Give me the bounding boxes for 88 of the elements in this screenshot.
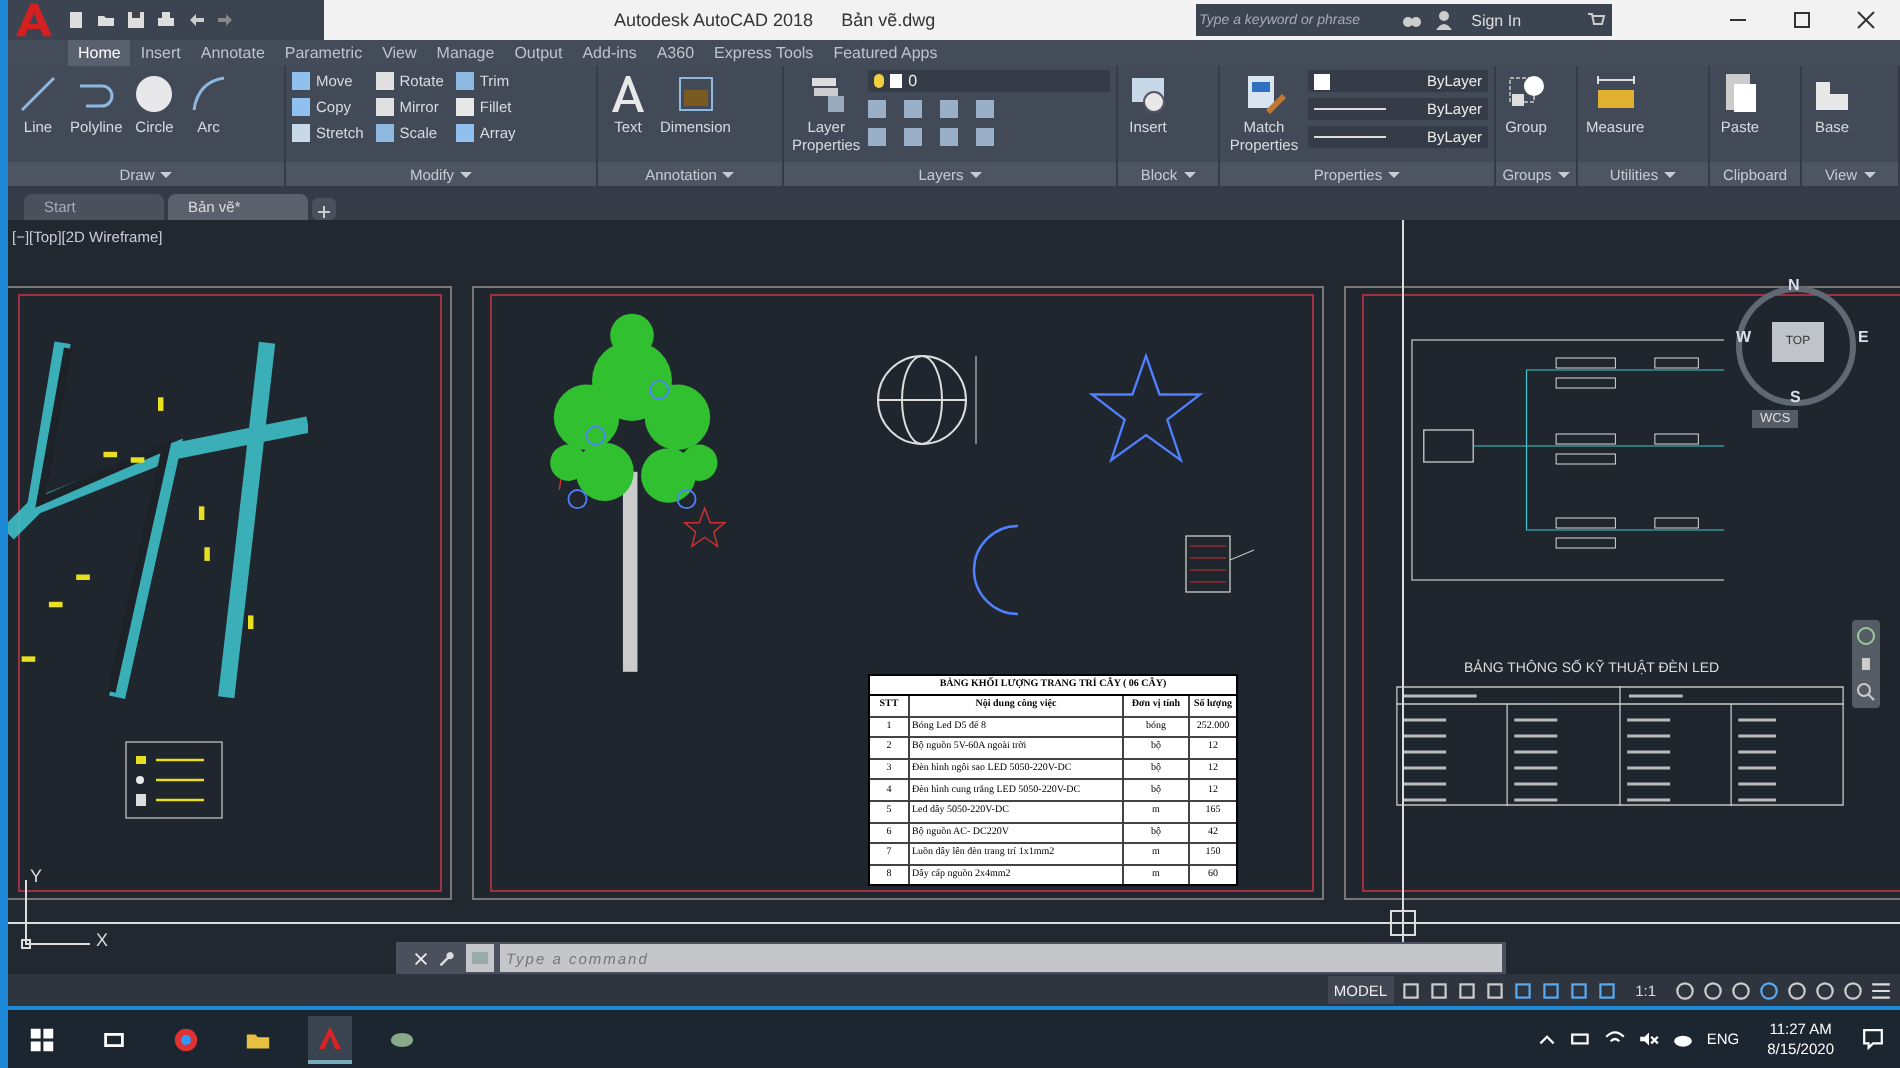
ribbon-tab[interactable]: Featured Apps (823, 40, 948, 66)
app-logo-icon[interactable] (308, 1015, 352, 1063)
status-toggle-icon[interactable] (1539, 979, 1562, 1001)
color-swatch-icon (1314, 73, 1330, 89)
new-file-icon[interactable] (66, 10, 86, 30)
ribbon-tab[interactable]: Add-ins (572, 40, 647, 66)
save-icon[interactable] (126, 10, 146, 30)
cart-icon[interactable] (1579, 4, 1612, 36)
status-toggle-icon[interactable] (1427, 979, 1450, 1001)
caret-icon[interactable] (160, 171, 173, 177)
letter-a-icon (606, 70, 650, 114)
square-icon (375, 98, 394, 116)
ribbon-tab[interactable]: Express Tools (704, 40, 824, 66)
square-icon (292, 72, 310, 90)
speaker-muted-icon[interactable] (1638, 1028, 1661, 1050)
axis-label: X (96, 930, 109, 950)
legend-drawing (124, 740, 224, 820)
notification-icon[interactable] (1862, 1028, 1884, 1050)
status-toggle-icon[interactable] (1730, 979, 1752, 1001)
bulb-icon (874, 74, 885, 88)
status-toggle-icon[interactable] (1702, 979, 1724, 1001)
status-toggle-icon[interactable] (1455, 979, 1478, 1001)
status-toggle-icon[interactable] (1814, 979, 1836, 1001)
plus-icon (314, 202, 334, 222)
caret-icon[interactable] (1664, 171, 1677, 177)
printer-icon[interactable] (156, 10, 176, 30)
square-icon (455, 72, 474, 90)
line-style-icon (1314, 136, 1386, 138)
status-toggle-icon[interactable] (1567, 979, 1590, 1001)
ribbon-tab[interactable]: Home (68, 40, 131, 66)
ribbon-tab[interactable]: Annotate (190, 40, 275, 66)
caret-icon[interactable] (1863, 171, 1876, 177)
caret-icon[interactable] (969, 171, 982, 177)
compass-label: W (1736, 328, 1752, 346)
redo-icon[interactable] (216, 10, 236, 30)
circle-icon (132, 70, 177, 114)
square-icon (455, 98, 474, 116)
ribbon-tab[interactable]: Manage (426, 40, 505, 66)
status-toggle-icon[interactable] (1511, 979, 1534, 1001)
status-toggle-icon[interactable] (1595, 979, 1618, 1001)
undo-icon[interactable] (186, 10, 206, 30)
drawing-canvas[interactable] (8, 220, 1900, 974)
ribbon-tab[interactable]: Insert (130, 40, 191, 66)
layer-dropdown[interactable]: 0 (868, 70, 1111, 92)
sign-in-button[interactable]: Sign In (1459, 4, 1580, 36)
square-icon (292, 98, 310, 116)
ribbon-tab[interactable]: Parametric (274, 40, 373, 66)
status-toggle-icon[interactable] (1674, 979, 1696, 1001)
maximize-icon[interactable] (1792, 10, 1812, 30)
square-icon (375, 124, 394, 142)
compass-label: S (1790, 388, 1801, 406)
color-swatch-icon (890, 74, 903, 88)
zoom-icon[interactable] (1856, 682, 1876, 702)
folder-icon[interactable] (96, 10, 116, 30)
new-tab-button[interactable] (312, 198, 336, 220)
hand-icon[interactable] (1856, 654, 1876, 674)
file-name: Bản vẽ.dwg (841, 10, 936, 30)
star-drawing (1088, 350, 1204, 466)
caret-icon[interactable] (1388, 171, 1401, 177)
brush-icon (1242, 70, 1286, 114)
close-icon[interactable] (1856, 10, 1876, 30)
ruler-icon (1593, 70, 1638, 114)
ribbon-tab[interactable]: Output (504, 40, 573, 66)
compass-label: N (1788, 276, 1800, 294)
caret-icon[interactable] (722, 171, 735, 177)
steering-wheel-icon[interactable] (1856, 626, 1876, 646)
square-icon (292, 124, 310, 142)
axis-label: Y (30, 866, 43, 886)
caret-icon[interactable] (1183, 171, 1196, 177)
crescent-moon-drawing (972, 524, 1020, 616)
square-icon (455, 124, 474, 142)
battery-icon[interactable] (1570, 1028, 1593, 1050)
window-title: Autodesk AutoCAD 2018 (614, 10, 814, 30)
pickbox-cursor (1390, 910, 1416, 936)
compass-label: E (1858, 328, 1869, 346)
status-toggle-icon[interactable] (1842, 979, 1864, 1001)
status-toggle-icon[interactable] (1483, 979, 1506, 1001)
ribbon-tab[interactable]: A360 (646, 40, 705, 66)
caret-icon[interactable] (1557, 171, 1570, 177)
menu-icon[interactable] (1870, 979, 1892, 1001)
status-toggle-icon[interactable] (1786, 979, 1808, 1001)
line-style-icon (1314, 108, 1386, 110)
square-icon (375, 72, 394, 90)
wrench-icon[interactable] (436, 949, 454, 967)
status-toggle-icon[interactable] (1758, 979, 1780, 1001)
status-toggle-icon[interactable] (1399, 979, 1422, 1001)
ribbon-tab[interactable]: View (372, 40, 427, 66)
caret-icon[interactable] (460, 171, 473, 177)
